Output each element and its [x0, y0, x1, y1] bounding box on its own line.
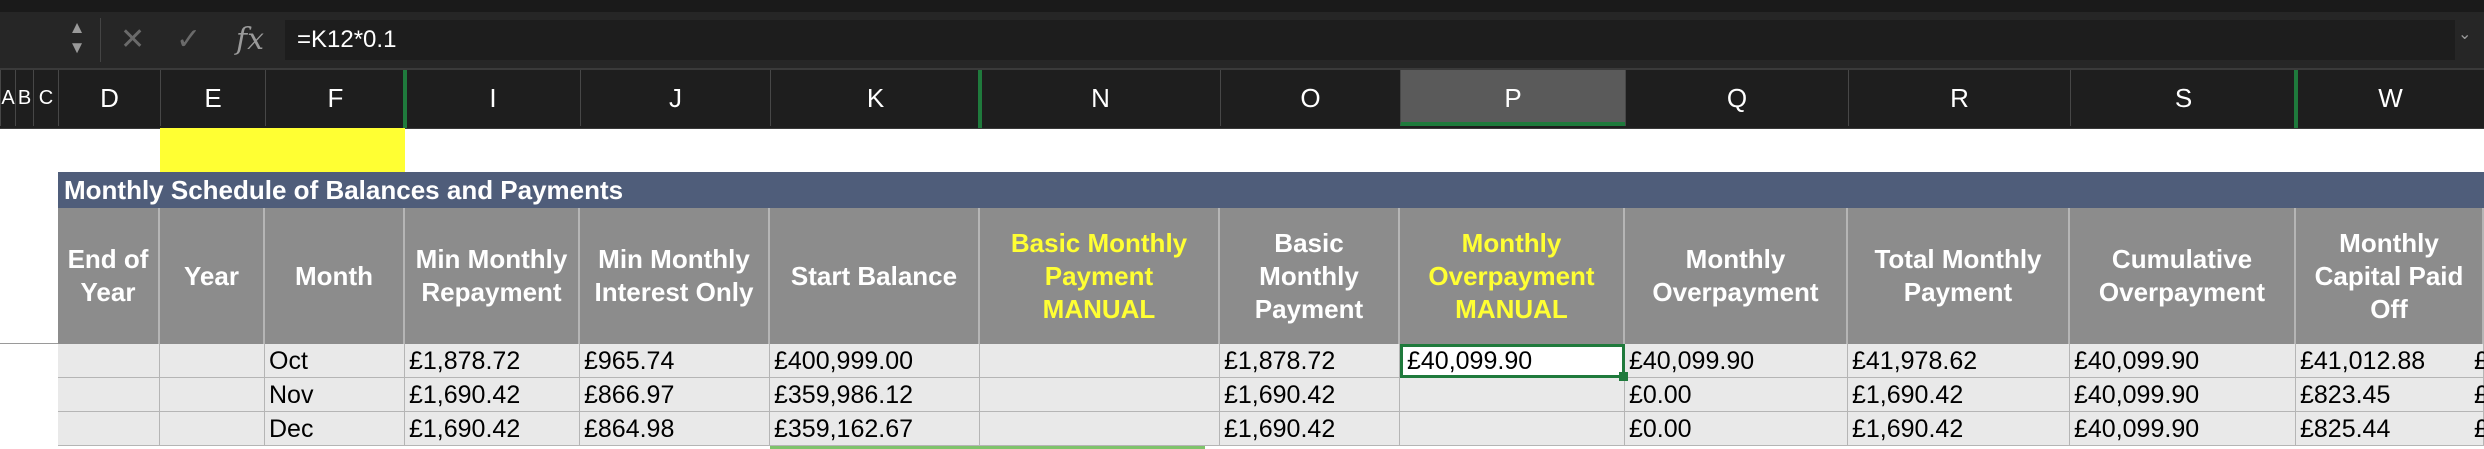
table-header-cell[interactable]: Min Monthly Interest Only [580, 208, 770, 344]
table-header-cell[interactable]: Total Monthly Payment [1848, 208, 2070, 344]
table-header-cell[interactable]: Start Balance [770, 208, 980, 344]
table-cell[interactable]: £41,012.88 [2296, 344, 2484, 378]
column-header-o[interactable]: O [1220, 70, 1400, 126]
column-header-s[interactable]: S [2070, 70, 2296, 126]
column-header-r[interactable]: R [1848, 70, 2070, 126]
table-header-cell[interactable]: Month [265, 208, 405, 344]
column-header-b[interactable]: B [15, 70, 33, 126]
confirm-icon[interactable]: ✓ [176, 22, 201, 58]
table-header-cell[interactable]: Basic Monthly Payment MANUAL [980, 208, 1220, 344]
table-cell[interactable]: £359,162.67 [770, 412, 980, 446]
schedule-title[interactable]: Monthly Schedule of Balances and Payment… [58, 172, 2484, 208]
table-cell[interactable] [980, 344, 1220, 378]
sheet-grid: Monthly Schedule of Balances and Payment… [0, 128, 2484, 449]
table-cell[interactable]: £40,099.90 [2070, 344, 2296, 378]
table-header-cell[interactable]: Basic Monthly Payment [1220, 208, 1400, 344]
fill-handle[interactable] [1619, 372, 1628, 381]
hidden-columns-marker [2294, 70, 2298, 128]
table-cell[interactable]: £40,099.90 [1625, 344, 1848, 378]
table-cell[interactable]: £40,099.90 [2070, 378, 2296, 412]
table-header-cell[interactable]: Monthly Overpayment [1625, 208, 1848, 344]
table-cell[interactable] [980, 412, 1220, 446]
highlighted-cells-E10-F10[interactable] [160, 128, 405, 172]
table-cell[interactable] [58, 412, 160, 446]
table-cell[interactable] [58, 378, 160, 412]
chevron-down-icon[interactable]: ⌄ [2458, 24, 2471, 44]
table-cell[interactable]: £1,690.42 [405, 378, 580, 412]
name-box-stepper[interactable]: ▲ ▼ [64, 18, 90, 62]
table-cell[interactable]: Dec [265, 412, 405, 446]
table-cell[interactable]: £866.97 [580, 378, 770, 412]
table-cell[interactable]: £1,690.42 [405, 412, 580, 446]
table-cell[interactable]: £1,690.42 [1220, 378, 1400, 412]
table-cell[interactable] [160, 378, 265, 412]
selected-cell[interactable]: £40,099.90 [1400, 344, 1625, 378]
table-cell[interactable]: £823.45 [2296, 378, 2484, 412]
column-header-f[interactable]: F [265, 70, 405, 126]
table-header-cell[interactable]: Year [160, 208, 265, 344]
table-cell[interactable]: £825.44 [2296, 412, 2484, 446]
table-cell[interactable]: £0.00 [1625, 412, 1848, 446]
column-header-q[interactable]: Q [1625, 70, 1848, 126]
column-header-n[interactable]: N [980, 70, 1220, 126]
overflow-cell-currency: £ [2474, 347, 2484, 375]
table-cell[interactable] [160, 412, 265, 446]
table-cell[interactable]: Oct [265, 344, 405, 378]
formula-input[interactable]: =K12*0.1 [285, 20, 2455, 60]
formula-bar: ▲ ▼ ✕ ✓ fx =K12*0.1 ⌄ [0, 12, 2484, 69]
table-cell[interactable] [1400, 412, 1625, 446]
formula-bar-divider [100, 18, 101, 62]
table-cell[interactable]: £965.74 [580, 344, 770, 378]
window-top-strip [0, 0, 2484, 12]
overflow-cell-currency: £ [2474, 381, 2484, 409]
table-cell[interactable]: Nov [265, 378, 405, 412]
table-header-cell[interactable]: Cumulative Overpayment [2070, 208, 2296, 344]
table-cell[interactable]: £40,099.90 [2070, 412, 2296, 446]
table-cell[interactable] [160, 344, 265, 378]
table-cell[interactable]: £864.98 [580, 412, 770, 446]
table-cell[interactable]: £400,999.00 [770, 344, 980, 378]
table-cell[interactable] [1400, 378, 1625, 412]
table-cell[interactable] [980, 378, 1220, 412]
insert-function-icon[interactable]: fx [236, 22, 264, 58]
table-cell[interactable]: £41,978.62 [1848, 344, 2070, 378]
table-cell[interactable]: £1,690.42 [1220, 412, 1400, 446]
column-header-p[interactable]: P [1400, 70, 1625, 126]
column-header-c[interactable]: C [33, 70, 58, 126]
column-header-a[interactable]: A [0, 70, 15, 126]
table-cell[interactable]: £1,690.42 [1848, 378, 2070, 412]
cancel-icon[interactable]: ✕ [120, 22, 145, 58]
column-header-d[interactable]: D [58, 70, 160, 126]
column-header-j[interactable]: J [580, 70, 770, 126]
table-cell[interactable]: £1,878.72 [1220, 344, 1400, 378]
table-header-cell[interactable]: Monthly Overpayment MANUAL [1400, 208, 1625, 344]
table-cell[interactable]: £0.00 [1625, 378, 1848, 412]
hidden-columns-marker [978, 70, 982, 128]
overflow-cell-currency: £ [2474, 415, 2484, 443]
column-header-w[interactable]: W [2296, 70, 2484, 126]
row-divider [0, 343, 58, 344]
table-header-cell[interactable]: Monthly Capital Paid Off [2296, 208, 2484, 344]
table-cell[interactable] [58, 344, 160, 378]
table-cell[interactable]: £1,878.72 [405, 344, 580, 378]
column-header-i[interactable]: I [405, 70, 580, 126]
table-header-cell[interactable]: Min Monthly Repayment [405, 208, 580, 344]
column-header-row: ABCDEFIJKNOPQRSW [0, 69, 2484, 129]
table-cell[interactable]: £1,690.42 [1848, 412, 2070, 446]
column-header-e[interactable]: E [160, 70, 265, 126]
column-header-k[interactable]: K [770, 70, 980, 126]
table-header-cell[interactable]: End of Year [58, 208, 160, 344]
hidden-columns-marker [403, 70, 407, 128]
table-cell[interactable]: £359,986.12 [770, 378, 980, 412]
